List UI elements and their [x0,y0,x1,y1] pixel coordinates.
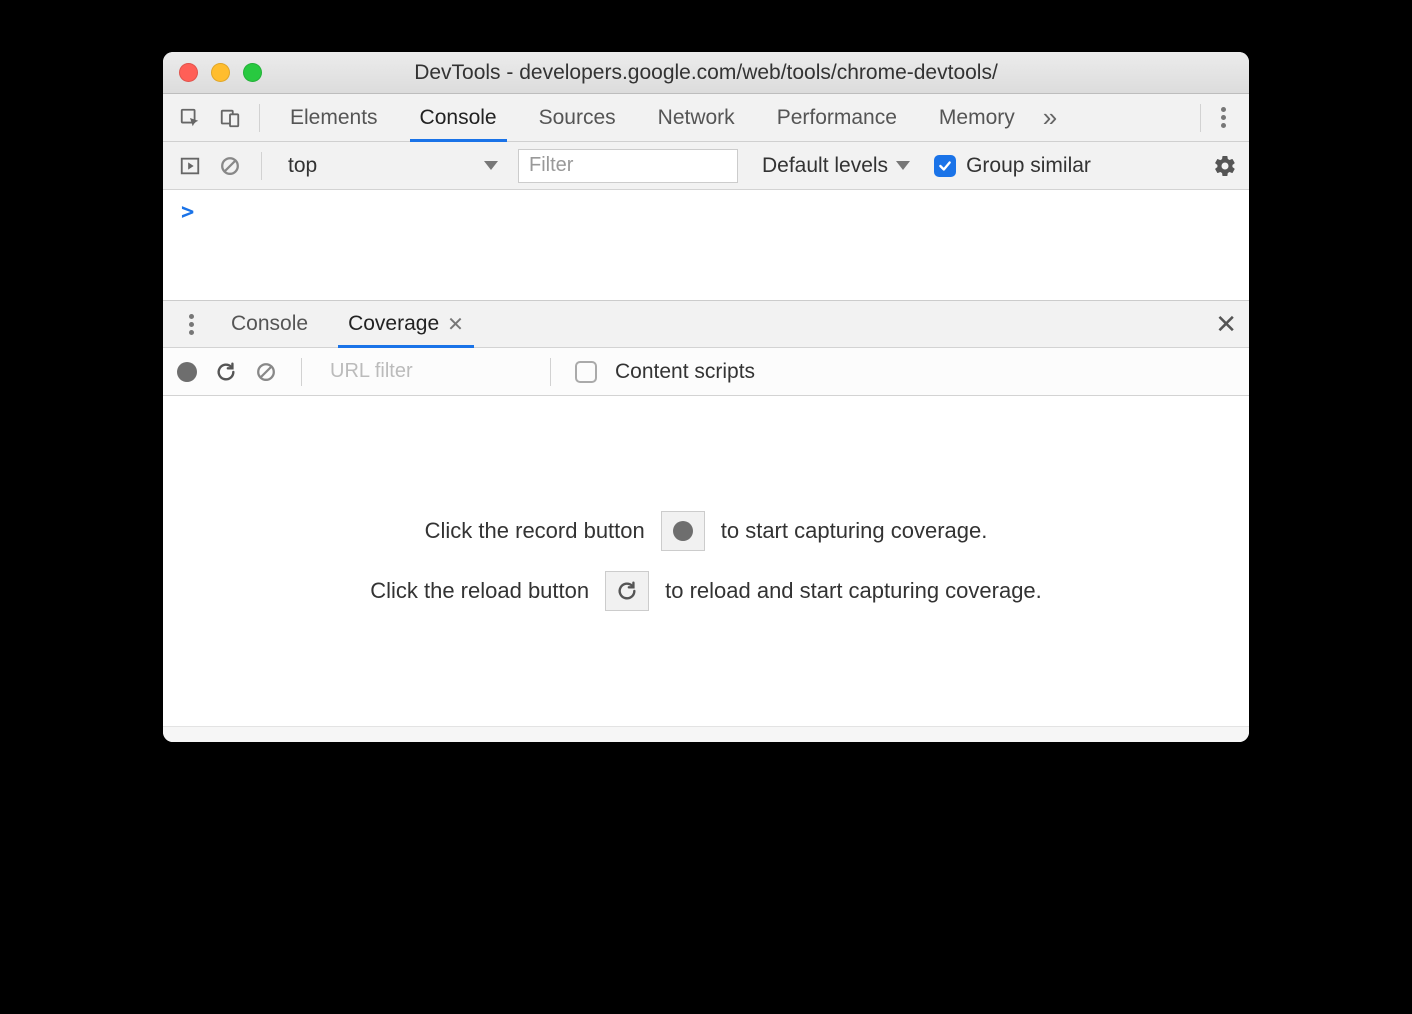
log-levels-selector[interactable]: Default levels [762,154,910,178]
coverage-hint-reload: Click the reload button to reload and st… [370,571,1042,611]
close-tab-icon[interactable]: ✕ [447,312,464,337]
devtools-window: DevTools - developers.google.com/web/too… [163,52,1249,742]
coverage-empty-state: Click the record button to start capturi… [163,396,1249,726]
separator [261,152,262,180]
minimize-window-button[interactable] [211,63,230,82]
tab-elements[interactable]: Elements [272,94,396,141]
tab-network[interactable]: Network [640,94,753,141]
dropdown-icon [896,161,910,170]
tab-sources[interactable]: Sources [521,94,634,141]
separator [550,358,551,386]
log-levels-label: Default levels [762,154,888,178]
console-output[interactable]: > [163,190,1249,300]
drawer-menu-button[interactable] [175,314,207,335]
record-icon [673,521,693,541]
separator [259,104,260,132]
status-bar [163,726,1249,742]
record-button-inline[interactable] [661,511,705,551]
inspect-element-icon[interactable] [173,101,207,135]
console-filter-input[interactable]: Filter [518,149,738,183]
record-button[interactable] [177,362,197,382]
execution-context-selector[interactable]: top [278,149,508,183]
console-settings-icon[interactable] [1213,154,1237,178]
coverage-hint-record: Click the record button to start capturi… [425,511,988,551]
main-tabstrip: Elements Console Sources Network Perform… [163,94,1249,142]
url-filter-input[interactable]: URL filter [326,360,526,383]
device-toggle-icon[interactable] [213,101,247,135]
separator [301,358,302,386]
reload-icon [616,580,638,602]
traffic-lights [179,63,262,82]
drawer-tab-coverage[interactable]: Coverage ✕ [332,301,480,347]
close-drawer-icon[interactable]: ✕ [1215,309,1237,340]
close-window-button[interactable] [179,63,198,82]
group-similar-label: Group similar [966,154,1091,178]
content-scripts-label: Content scripts [615,360,755,384]
tab-memory[interactable]: Memory [921,94,1033,141]
clear-console-icon[interactable] [215,151,245,181]
group-similar-checkbox[interactable] [934,155,956,177]
tab-console[interactable]: Console [402,94,515,141]
tabs-overflow-button[interactable]: » [1043,102,1057,133]
separator [1200,104,1201,132]
tab-performance[interactable]: Performance [759,94,915,141]
dropdown-icon [484,161,498,170]
drawer-tab-console[interactable]: Console [215,301,324,347]
clear-coverage-icon[interactable] [255,361,277,383]
window-title: DevTools - developers.google.com/web/too… [163,61,1249,85]
reload-button[interactable] [215,361,237,383]
reload-button-inline[interactable] [605,571,649,611]
drawer-tabstrip: Console Coverage ✕ ✕ [163,300,1249,348]
console-prompt: > [181,200,194,225]
console-sidebar-toggle-icon[interactable] [175,151,205,181]
zoom-window-button[interactable] [243,63,262,82]
execution-context-label: top [288,154,317,178]
content-scripts-checkbox[interactable] [575,361,597,383]
main-menu-button[interactable] [1207,107,1239,128]
console-toolbar: top Filter Default levels Group similar [163,142,1249,190]
coverage-toolbar: URL filter Content scripts [163,348,1249,396]
titlebar: DevTools - developers.google.com/web/too… [163,52,1249,94]
filter-placeholder: Filter [529,154,573,177]
